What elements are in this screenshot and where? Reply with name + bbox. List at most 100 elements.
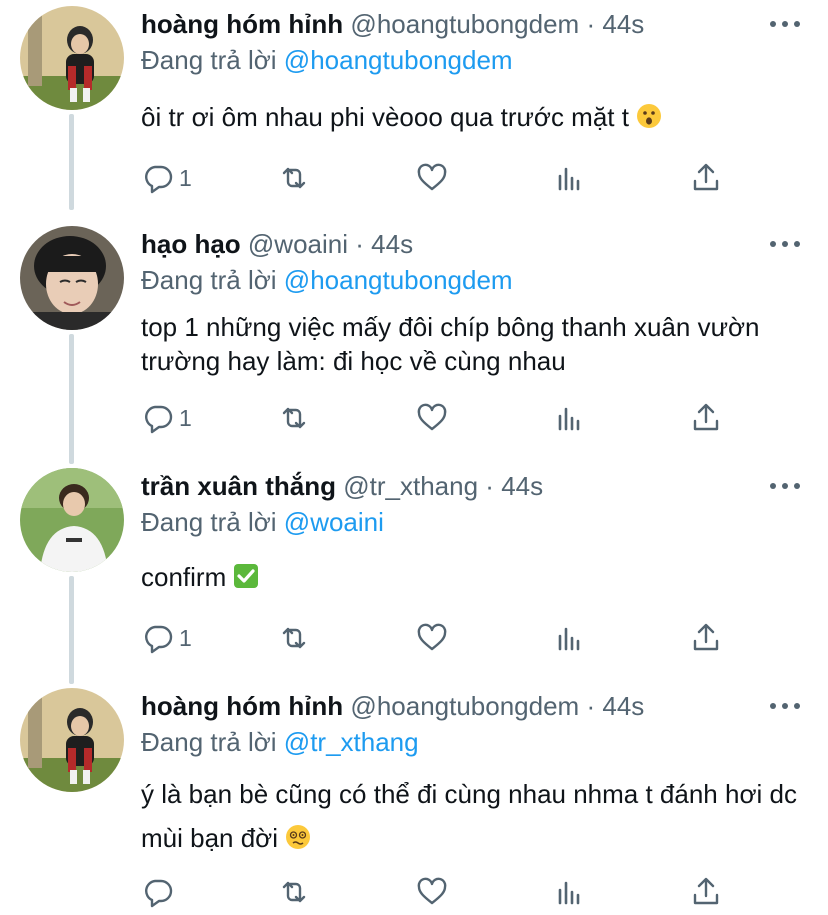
- reply-icon: [145, 625, 173, 654]
- reply-count: 1: [179, 624, 192, 651]
- tweet[interactable]: hoàng hóm hỉnh @hoangtubongdem · 44s Đan…: [0, 682, 828, 915]
- tweet-text: ý là bạn bè cũng có thể đi cùng nhau nhm…: [141, 772, 811, 860]
- tweet-actions: 1: [141, 158, 741, 198]
- user-handle[interactable]: @woaini: [248, 229, 348, 259]
- share-button[interactable]: [689, 872, 723, 912]
- replying-to: Đang trả lời @tr_xthang: [141, 726, 419, 758]
- reply-button[interactable]: 1: [141, 618, 192, 658]
- tweet-header: trần xuân thắng @tr_xthang · 44s: [141, 470, 543, 502]
- user-handle[interactable]: @tr_xthang: [343, 471, 478, 501]
- separator-dot: ·: [586, 9, 596, 39]
- display-name[interactable]: hoàng hóm hỉnh: [141, 9, 343, 39]
- more-icon[interactable]: [770, 700, 800, 712]
- reply-mention-link[interactable]: @hoangtubongdem: [284, 265, 513, 295]
- separator-dot: ·: [586, 691, 596, 721]
- tweet-text-content: ôi tr ơi ôm nhau phi vèooo qua trước mặt…: [141, 102, 629, 132]
- timestamp[interactable]: 44s: [371, 229, 413, 259]
- replying-to: Đang trả lời @hoangtubongdem: [141, 264, 513, 296]
- avatar[interactable]: [20, 226, 124, 330]
- retweet-button[interactable]: [277, 872, 311, 912]
- analytics-icon: [558, 881, 580, 905]
- retweet-button[interactable]: [277, 618, 311, 658]
- more-icon[interactable]: [770, 18, 800, 30]
- tweet-header: hạo hạo @woaini · 44s: [141, 228, 413, 260]
- like-button[interactable]: [415, 618, 449, 658]
- reply-count: 1: [179, 164, 192, 191]
- timestamp[interactable]: 44s: [501, 471, 543, 501]
- heart-icon: [417, 403, 447, 431]
- share-button[interactable]: [689, 618, 723, 658]
- reply-button[interactable]: 1: [141, 158, 192, 198]
- reply-mention-link[interactable]: @tr_xthang: [284, 727, 419, 757]
- tweet-text-content: confirm: [141, 562, 227, 592]
- timestamp[interactable]: 44s: [602, 691, 644, 721]
- avatar[interactable]: [20, 688, 124, 792]
- reply-icon: [145, 879, 173, 908]
- replying-to: Đang trả lời @woaini: [141, 506, 384, 538]
- retweet-icon: [282, 881, 306, 903]
- avatar[interactable]: [20, 468, 124, 572]
- check-mark-button-icon: [234, 564, 259, 588]
- tweet-actions: 1: [141, 618, 741, 658]
- retweet-button[interactable]: [277, 158, 311, 198]
- analytics-icon: [558, 167, 580, 191]
- tweet-text: ôi tr ơi ôm nhau phi vèooo qua trước mặt…: [141, 100, 811, 134]
- tweet-text-content: top 1 những việc mấy đôi chíp bông thanh…: [141, 312, 760, 376]
- tweet-header: hoàng hóm hỉnh @hoangtubongdem · 44s: [141, 690, 644, 722]
- replying-to-label: Đang trả lời: [141, 727, 277, 757]
- heart-icon: [417, 623, 447, 651]
- replying-to: Đang trả lời @hoangtubongdem: [141, 44, 513, 76]
- reply-button[interactable]: [141, 872, 179, 912]
- share-icon: [693, 403, 719, 431]
- analytics-button[interactable]: [553, 398, 587, 438]
- tweet-header: hoàng hóm hỉnh @hoangtubongdem · 44s: [141, 8, 644, 40]
- analytics-button[interactable]: [553, 872, 587, 912]
- display-name[interactable]: hoàng hóm hỉnh: [141, 691, 343, 721]
- tweet[interactable]: trần xuân thắng @tr_xthang · 44s Đang tr…: [0, 462, 828, 682]
- user-handle[interactable]: @hoangtubongdem: [350, 691, 579, 721]
- retweet-icon: [282, 627, 306, 649]
- tweet[interactable]: hạo hạo @woaini · 44s Đang trả lời @hoan…: [0, 220, 828, 464]
- share-button[interactable]: [689, 398, 723, 438]
- analytics-button[interactable]: [553, 618, 587, 658]
- more-icon[interactable]: [770, 480, 800, 492]
- heart-icon: [417, 877, 447, 905]
- reply-mention-link[interactable]: @hoangtubongdem: [284, 45, 513, 75]
- display-name[interactable]: trần xuân thắng: [141, 471, 336, 501]
- separator-dot: ·: [485, 471, 494, 501]
- analytics-button[interactable]: [553, 158, 587, 198]
- analytics-icon: [558, 407, 580, 431]
- tweet-text-content: ý là bạn bè cũng có thể đi cùng nhau nhm…: [141, 779, 797, 853]
- woozy-face-icon: [286, 825, 311, 849]
- reply-mention-link[interactable]: @woaini: [284, 507, 384, 537]
- display-name[interactable]: hạo hạo: [141, 229, 241, 259]
- tweet-actions: 1: [141, 398, 741, 438]
- hushed-face-icon: [637, 104, 662, 128]
- like-button[interactable]: [415, 872, 449, 912]
- like-button[interactable]: [415, 398, 449, 438]
- tweet-text: top 1 những việc mấy đôi chíp bông thanh…: [141, 310, 781, 378]
- heart-icon: [417, 163, 447, 191]
- reply-button[interactable]: 1: [141, 398, 192, 438]
- retweet-button[interactable]: [277, 398, 311, 438]
- retweet-icon: [282, 407, 306, 429]
- user-handle[interactable]: @hoangtubongdem: [350, 9, 579, 39]
- analytics-icon: [558, 627, 580, 651]
- reply-icon: [145, 165, 173, 194]
- timestamp[interactable]: 44s: [602, 9, 644, 39]
- replying-to-label: Đang trả lời: [141, 265, 277, 295]
- retweet-icon: [282, 167, 306, 189]
- replying-to-label: Đang trả lời: [141, 45, 277, 75]
- avatar[interactable]: [20, 6, 124, 110]
- share-icon: [693, 877, 719, 905]
- share-icon: [693, 623, 719, 651]
- like-button[interactable]: [415, 158, 449, 198]
- tweet-actions: [141, 872, 741, 912]
- share-icon: [693, 163, 719, 191]
- more-icon[interactable]: [770, 238, 800, 250]
- separator-dot: ·: [355, 229, 364, 259]
- reply-icon: [145, 405, 173, 434]
- share-button[interactable]: [689, 158, 723, 198]
- tweet[interactable]: hoàng hóm hỉnh @hoangtubongdem · 44s Đan…: [0, 0, 828, 215]
- replying-to-label: Đang trả lời: [141, 507, 277, 537]
